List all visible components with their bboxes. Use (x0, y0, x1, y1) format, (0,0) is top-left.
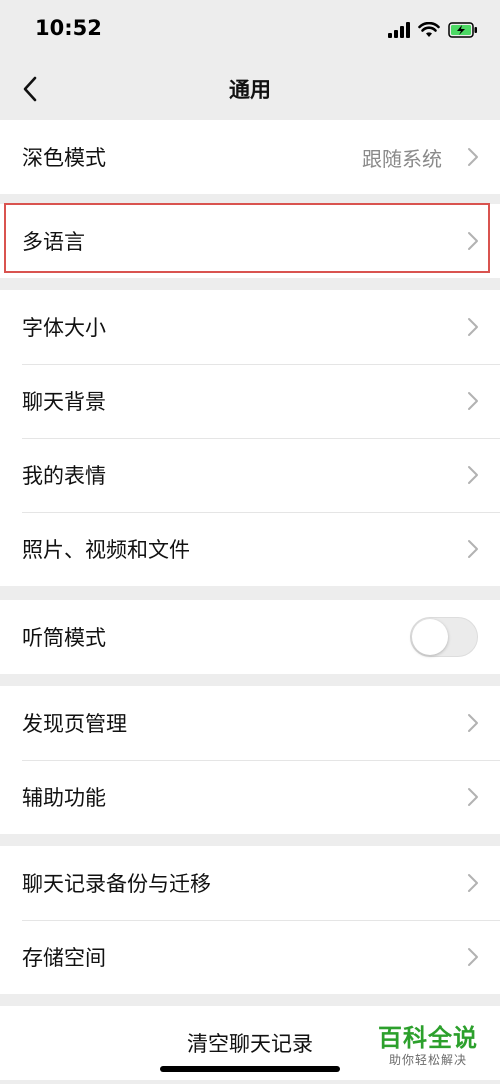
chevron-right-icon (468, 948, 478, 966)
settings-item-chat-background[interactable]: 聊天背景 (0, 364, 500, 438)
watermark-title: 百科全说 (378, 1024, 478, 1052)
settings-item-label: 字体大小 (22, 316, 106, 340)
settings-item-photos-videos-files[interactable]: 照片、视频和文件 (0, 512, 500, 586)
settings-item-multi-language[interactable]: 多语言 (0, 204, 500, 278)
dark-mode-group: 深色模式 跟随系统 (0, 120, 500, 194)
status-icons (388, 18, 478, 42)
settings-item-label: 照片、视频和文件 (22, 538, 190, 562)
chevron-right-icon (468, 232, 478, 250)
settings-item-chat-backup-migration[interactable]: 聊天记录备份与迁移 (0, 846, 500, 920)
cellular-signal-icon (388, 22, 410, 38)
settings-item-label: 聊天背景 (22, 390, 106, 414)
page-title: 通用 (229, 78, 271, 102)
settings-item-storage-space[interactable]: 存储空间 (0, 920, 500, 994)
settings-item-my-stickers[interactable]: 我的表情 (0, 438, 500, 512)
status-time: 10:52 (35, 16, 102, 40)
nav-bar: 通用 (0, 60, 500, 118)
language-group: 多语言 (0, 204, 500, 278)
earpiece-group: 听筒模式 (0, 600, 500, 674)
chevron-right-icon (468, 788, 478, 806)
toggle-knob (412, 619, 448, 655)
chevron-right-icon (468, 540, 478, 558)
watermark-subtitle: 助你轻松解决 (388, 1053, 467, 1067)
settings-item-label: 深色模式 (22, 146, 106, 170)
chevron-right-icon (468, 466, 478, 484)
earpiece-mode-toggle[interactable] (410, 617, 478, 657)
chevron-right-icon (468, 714, 478, 732)
settings-item-earpiece-mode: 听筒模式 (0, 600, 500, 674)
status-bar: 10:52 (0, 0, 500, 60)
features-group: 发现页管理 辅助功能 (0, 686, 500, 834)
settings-item-label: 听筒模式 (22, 626, 106, 650)
home-indicator[interactable] (160, 1066, 340, 1072)
settings-item-font-size[interactable]: 字体大小 (0, 290, 500, 364)
watermark: 百科全说 助你轻松解决 (372, 1024, 484, 1068)
settings-item-accessibility[interactable]: 辅助功能 (0, 760, 500, 834)
settings-item-label: 发现页管理 (22, 712, 127, 736)
wifi-icon (418, 22, 440, 37)
battery-charging-icon (448, 22, 477, 38)
settings-item-label: 多语言 (22, 230, 85, 254)
settings-item-label: 我的表情 (22, 464, 106, 488)
settings-item-value: 跟随系统 (362, 146, 442, 171)
settings-item-label: 存储空间 (22, 946, 106, 970)
chevron-right-icon (468, 148, 478, 166)
clear-chat-history-label: 清空聊天记录 (187, 1032, 313, 1056)
storage-group: 聊天记录备份与迁移 存储空间 (0, 846, 500, 994)
chevron-right-icon (468, 318, 478, 336)
chevron-right-icon (468, 392, 478, 410)
chevron-right-icon (468, 874, 478, 892)
settings-item-label: 聊天记录备份与迁移 (22, 872, 211, 896)
settings-item-label: 辅助功能 (22, 786, 106, 810)
settings-item-discover-management[interactable]: 发现页管理 (0, 686, 500, 760)
appearance-group: 字体大小 聊天背景 我的表情 照片、视频和文件 (0, 290, 500, 586)
settings-item-dark-mode[interactable]: 深色模式 跟随系统 (0, 120, 500, 194)
